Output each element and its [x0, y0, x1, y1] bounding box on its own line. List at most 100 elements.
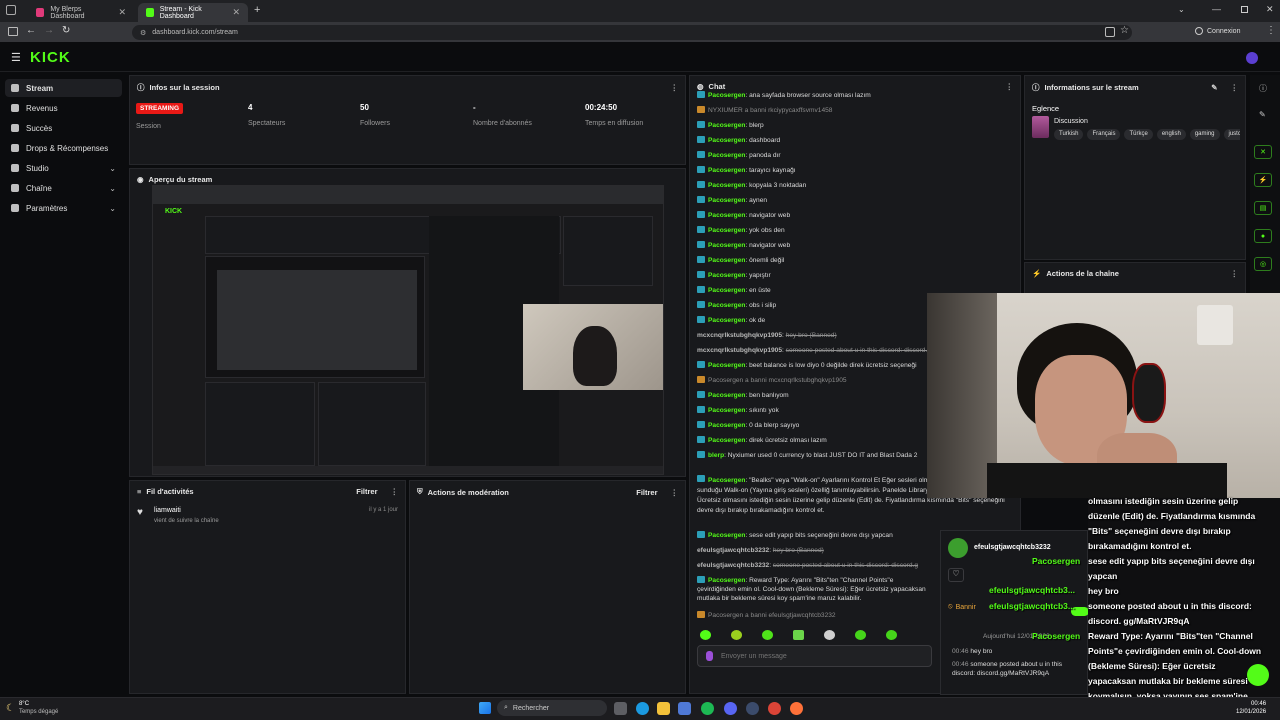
more-options-icon[interactable]: ⋮ [391, 487, 399, 496]
chat-username[interactable]: efeulsgtjawcqhtcb3232 [697, 547, 769, 554]
new-tab-icon[interactable]: + [254, 4, 260, 16]
steam-icon[interactable] [746, 702, 759, 715]
sidebar-item-chaine[interactable]: Chaîne ⌄ [5, 179, 122, 197]
sidebar-item-revenus[interactable]: Revenus [5, 99, 122, 117]
browser-menu-icon[interactable]: ⋮ [1266, 25, 1276, 36]
help-icon[interactable]: ⓘ [1259, 83, 1267, 94]
sidebar-toggle-icon[interactable] [8, 27, 18, 36]
sidebar-item-parametres[interactable]: Paramètres ⌄ [5, 199, 122, 217]
chat-username[interactable]: Pacosergen [708, 362, 745, 369]
rail-doc-icon[interactable]: ▤ [1254, 201, 1272, 215]
chat-username[interactable]: mcxcnqrlkstubghqkvp1905 [697, 332, 782, 339]
chat-username[interactable]: Pacosergen [708, 532, 745, 539]
chat-username[interactable]: Pacosergen [708, 122, 745, 129]
chat-username[interactable]: Pacosergen [708, 92, 745, 99]
chat-username[interactable]: Pacosergen [708, 152, 745, 159]
rail-bolt-icon[interactable]: ⚡ [1254, 173, 1272, 187]
chat-username[interactable]: Pacosergen [708, 182, 745, 189]
forward-icon[interactable]: → [44, 25, 54, 36]
tab-blerps-dashboard[interactable]: My Blerps Dashboard ✕ [28, 3, 134, 22]
emote-icon[interactable] [731, 630, 742, 640]
spotify-icon[interactable] [701, 702, 714, 715]
file-explorer-icon[interactable] [657, 702, 670, 715]
start-button[interactable] [479, 702, 491, 714]
chat-username[interactable]: Pacosergen [708, 317, 745, 324]
firefox-icon[interactable] [790, 702, 803, 715]
chat-username[interactable]: Pacosergen [708, 407, 745, 414]
more-options-icon[interactable]: ⋮ [671, 488, 679, 497]
emote-icon[interactable] [762, 630, 773, 640]
emote-icon[interactable] [824, 630, 835, 640]
tab-list-icon[interactable] [6, 5, 16, 15]
account-button[interactable]: Connexion [1195, 27, 1240, 35]
chat-username[interactable]: Pacosergen [708, 257, 745, 264]
more-options-icon[interactable]: ⋮ [1006, 82, 1014, 91]
chat-username[interactable]: Pacosergen [708, 302, 745, 309]
tag-pill[interactable]: justc [1223, 129, 1240, 140]
activity-user[interactable]: liamwaiti [154, 507, 181, 514]
emote-picker-icon[interactable] [706, 651, 713, 661]
rail-chat-icon[interactable]: ● [1254, 229, 1272, 243]
tab-kick-dashboard[interactable]: Stream - Kick Dashboard ✕ [138, 3, 248, 22]
emote-icon[interactable] [793, 630, 804, 640]
chat-username[interactable]: Pacosergen [708, 287, 745, 294]
chat-username[interactable]: Pacosergen [708, 197, 745, 204]
hamburger-menu-icon[interactable]: ☰ [11, 51, 21, 64]
chat-username[interactable]: Pacosergen [708, 167, 745, 174]
translate-icon[interactable] [1105, 27, 1115, 37]
more-options-icon[interactable]: ⋮ [1231, 269, 1239, 278]
emote-icon[interactable] [700, 630, 711, 640]
tag-pill[interactable]: gaming [1189, 129, 1220, 140]
emote-icon[interactable] [886, 630, 897, 640]
chat-username[interactable]: Pacosergen [708, 577, 745, 584]
chat-username[interactable]: Pacosergen [708, 392, 745, 399]
user-card-username[interactable]: efeulsgtjawcqhtcb3232 [974, 544, 1051, 551]
pencil-icon[interactable]: ✎ [1259, 110, 1266, 119]
kick-logo[interactable]: KICK [30, 49, 71, 66]
chat-username[interactable]: Pacosergen [708, 477, 745, 484]
chat-username[interactable]: Pacosergen [708, 422, 745, 429]
chat-username[interactable]: Pacosergen [708, 437, 745, 444]
tab-search-icon[interactable]: ⌄ [1178, 5, 1185, 14]
chat-username[interactable]: Pacosergen [708, 227, 745, 234]
taskbar-clock[interactable]: 00:46 12/01/2026 [1236, 700, 1266, 716]
back-icon[interactable]: ← [26, 25, 36, 36]
chat-username[interactable]: Pacosergen [708, 242, 745, 249]
chat-username[interactable]: Pacosergen [708, 272, 745, 279]
sidebar-item-studio[interactable]: Studio ⌄ [5, 159, 122, 177]
site-info-icon[interactable]: ⚙ [140, 29, 146, 37]
tag-pill[interactable]: Français [1087, 129, 1121, 140]
discord-icon[interactable] [724, 702, 737, 715]
close-tab-icon[interactable]: ✕ [232, 7, 240, 18]
chat-username[interactable]: blerp [708, 452, 724, 459]
chat-username[interactable]: Pacosergen [708, 212, 745, 219]
reload-icon[interactable]: ↻ [62, 25, 70, 36]
chat-username[interactable]: efeulsgtjawcqhtcb3232 [697, 562, 769, 569]
close-window-icon[interactable]: ✕ [1266, 4, 1274, 15]
filter-button[interactable]: Filtrer [356, 487, 377, 496]
more-options-icon[interactable]: ⋮ [1231, 83, 1239, 92]
bookmark-star-icon[interactable]: ☆ [1120, 25, 1129, 36]
user-avatar[interactable] [1246, 52, 1258, 64]
chrome-icon[interactable] [768, 702, 781, 715]
filter-button[interactable]: Filtrer [636, 488, 657, 497]
sidebar-item-stream[interactable]: Stream [5, 79, 122, 97]
chat-input[interactable] [721, 652, 911, 660]
edit-icon[interactable]: ✎ [1211, 83, 1217, 92]
chat-username[interactable]: Pacosergen [708, 137, 745, 144]
tag-pill[interactable]: Türkçe [1124, 129, 1153, 140]
rail-broadcast-icon[interactable]: ◎ [1254, 257, 1272, 271]
emote-icon[interactable] [855, 630, 866, 640]
ban-button[interactable]: ⦸ Bannir [948, 603, 976, 611]
sidebar-item-succes[interactable]: Succès [5, 119, 122, 137]
user-card-heart-button[interactable]: ♡ [948, 568, 964, 582]
rail-action-icon[interactable]: ✕ [1254, 145, 1272, 159]
sidebar-item-drops[interactable]: Drops & Récompenses [5, 139, 122, 157]
taskbar-search[interactable]: ⌕ Rechercher [497, 700, 607, 716]
tag-pill[interactable]: english [1156, 129, 1186, 140]
minimize-icon[interactable]: — [1212, 4, 1221, 14]
chat-username[interactable]: mcxcnqrlkstubghqkvp1905 [697, 347, 782, 354]
task-view-icon[interactable] [614, 702, 627, 715]
close-tab-icon[interactable]: ✕ [118, 7, 126, 18]
tag-pill[interactable]: Turkish [1054, 129, 1084, 140]
